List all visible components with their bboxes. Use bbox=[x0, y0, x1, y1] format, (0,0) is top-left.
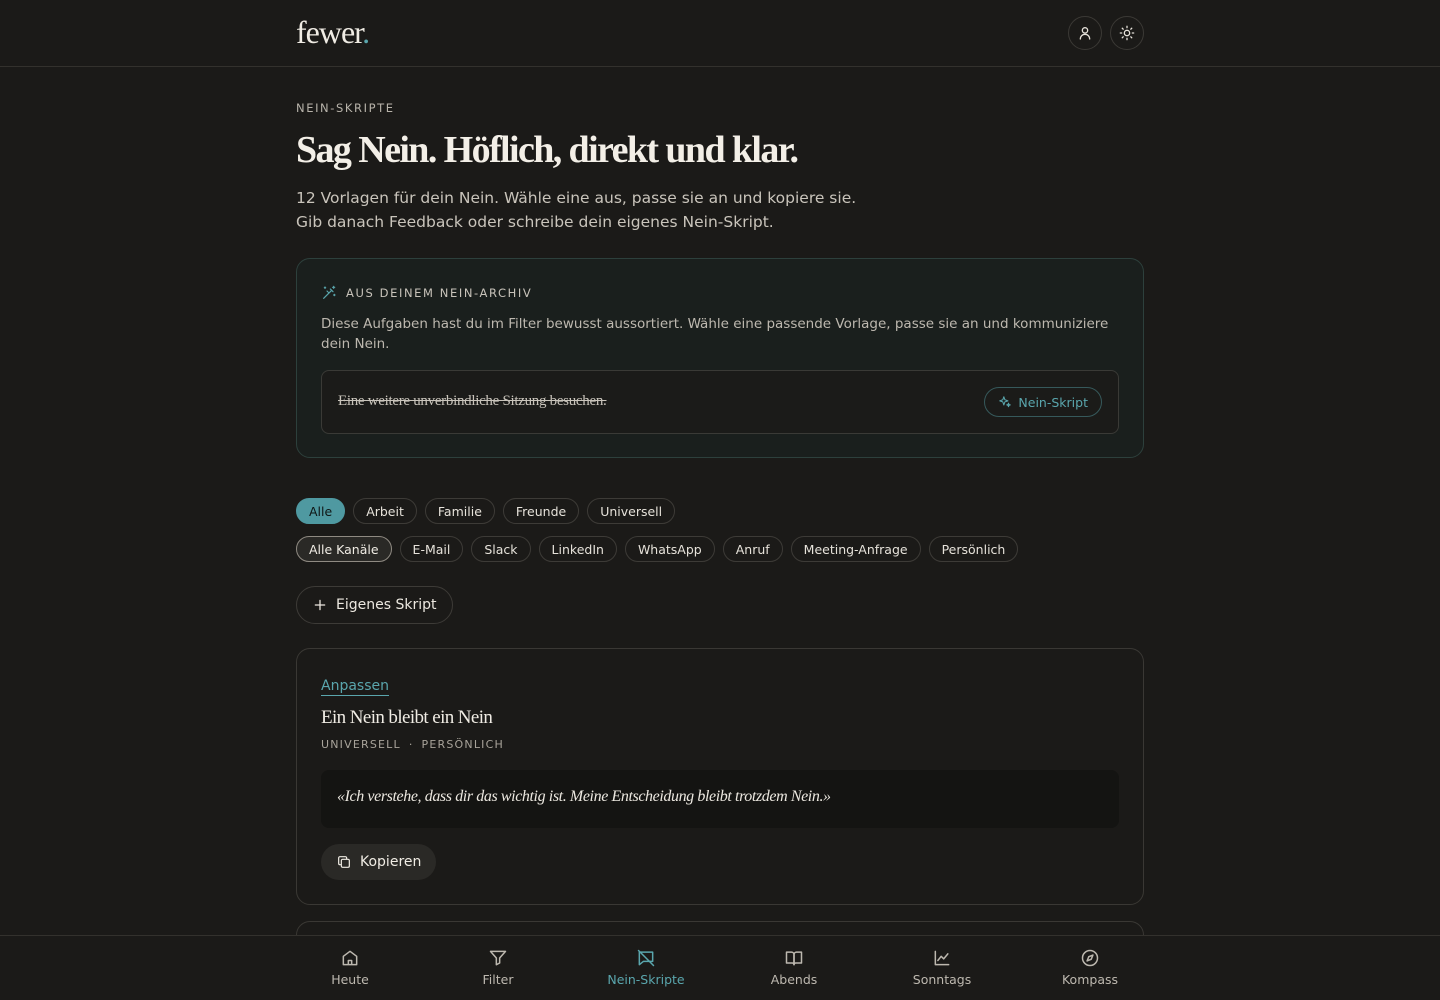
chip-channel-persoenlich[interactable]: Persönlich bbox=[928, 536, 1019, 562]
nav-label-filter: Filter bbox=[482, 972, 514, 987]
chip-category-alle[interactable]: Alle bbox=[296, 498, 346, 524]
book-icon bbox=[785, 951, 803, 966]
chip-category-freunde[interactable]: Freunde bbox=[502, 498, 580, 524]
page-title: Sag Nein. Höflich, direkt und klar. bbox=[296, 129, 799, 171]
chip-channel-whatsapp[interactable]: WhatsApp bbox=[624, 536, 715, 562]
add-own-script-button[interactable]: Eigenes Skript bbox=[296, 586, 454, 624]
script-title: Ein Nein bleibt ein Nein bbox=[321, 707, 493, 728]
chip-channel-linkedin[interactable]: LinkedIn bbox=[538, 536, 617, 562]
chip-category-arbeit[interactable]: Arbeit bbox=[353, 498, 417, 524]
script-tag-separator: · bbox=[408, 738, 414, 751]
compass-icon bbox=[1081, 949, 1099, 967]
nav-label-kompass: Kompass bbox=[1061, 972, 1119, 987]
user-icon bbox=[1079, 27, 1091, 40]
script-quote: «Ich verstehe, dass dir das wichtig ist.… bbox=[337, 788, 831, 805]
customize-link[interactable]: Anpassen bbox=[321, 677, 389, 696]
magic-wand-icon bbox=[323, 285, 336, 299]
nav-label-nein-skripte: Nein-Skripte bbox=[607, 972, 685, 987]
script-tag-channel: PERSÖNLICH bbox=[421, 738, 504, 751]
plus-icon bbox=[314, 599, 326, 611]
nein-script-button-label: Nein-Skript bbox=[1018, 394, 1088, 410]
copy-button[interactable]: Kopieren bbox=[321, 844, 437, 880]
script-tags: UNIVERSELL · PERSÖNLICH bbox=[321, 738, 504, 751]
nav-label-heute: Heute bbox=[331, 972, 369, 987]
logo-dot: . bbox=[362, 14, 370, 50]
home-icon bbox=[342, 950, 358, 966]
top-header: fewer. bbox=[0, 0, 1440, 67]
nav-item-nein-skripte[interactable]: Nein-Skripte bbox=[586, 936, 706, 1000]
message-off-icon bbox=[637, 949, 655, 967]
archive-description: Diese Aufgaben hast du im Filter bewusst… bbox=[321, 316, 1109, 352]
filter-icon bbox=[489, 950, 507, 966]
archive-item: Eine weitere unverbindliche Sitzung besu… bbox=[321, 370, 1119, 434]
chart-icon bbox=[934, 950, 950, 966]
copy-icon bbox=[338, 856, 350, 868]
script-quote-box: «Ich verstehe, dass dir das wichtig ist.… bbox=[321, 770, 1119, 828]
profile-button[interactable] bbox=[1068, 16, 1102, 50]
chip-channel-meeting-anfrage[interactable]: Meeting-Anfrage bbox=[790, 536, 921, 562]
archive-item-text: Eine weitere unverbindliche Sitzung besu… bbox=[338, 393, 607, 409]
sparkles-icon bbox=[999, 396, 1012, 408]
nav-item-abends[interactable]: Abends bbox=[734, 936, 854, 1000]
page-description: 12 Vorlagen für dein Nein. Wähle eine au… bbox=[296, 189, 857, 231]
channel-filter-row: Alle Kanäle E-Mail Slack LinkedIn WhatsA… bbox=[296, 536, 1019, 562]
theme-toggle-button[interactable] bbox=[1110, 16, 1144, 50]
sun-icon bbox=[1119, 25, 1135, 41]
nav-label-sonntags: Sonntags bbox=[912, 972, 972, 987]
chip-category-universell[interactable]: Universell bbox=[587, 498, 676, 524]
nav-item-heute[interactable]: Heute bbox=[290, 936, 410, 1000]
bottom-navigation: Heute Filter Nein-Skripte Abends Sonntag… bbox=[0, 935, 1440, 1000]
archive-header: AUS DEINEM NEIN-ARCHIV bbox=[321, 285, 532, 301]
chip-channel-slack[interactable]: Slack bbox=[471, 536, 531, 562]
add-own-script-label: Eigenes Skript bbox=[336, 597, 437, 613]
chip-channel-anruf[interactable]: Anruf bbox=[722, 536, 783, 562]
archive-title: AUS DEINEM NEIN-ARCHIV bbox=[346, 286, 533, 300]
nein-archive-card: AUS DEINEM NEIN-ARCHIV Diese Aufgaben ha… bbox=[296, 258, 1144, 458]
script-tag-category: UNIVERSELL bbox=[321, 738, 401, 751]
chip-category-familie[interactable]: Familie bbox=[424, 498, 495, 524]
nav-item-sonntags[interactable]: Sonntags bbox=[882, 936, 1002, 1000]
nav-item-kompass[interactable]: Kompass bbox=[1030, 936, 1150, 1000]
copy-button-label: Kopieren bbox=[360, 854, 422, 870]
script-card: Anpassen Ein Nein bleibt ein Nein UNIVER… bbox=[296, 648, 1144, 905]
nein-script-button[interactable]: Nein-Skript bbox=[984, 387, 1102, 417]
category-filter-row: Alle Arbeit Familie Freunde Universell bbox=[296, 498, 676, 524]
nav-item-filter[interactable]: Filter bbox=[438, 936, 558, 1000]
chip-channel-alle-kanaele[interactable]: Alle Kanäle bbox=[296, 536, 392, 562]
chip-channel-email[interactable]: E-Mail bbox=[399, 536, 464, 562]
nav-label-abends: Abends bbox=[770, 972, 818, 987]
section-eyebrow: NEIN-SKRIPTE bbox=[296, 101, 395, 115]
app-logo[interactable]: fewer. bbox=[296, 14, 370, 51]
logo-text: fewer bbox=[296, 14, 363, 50]
